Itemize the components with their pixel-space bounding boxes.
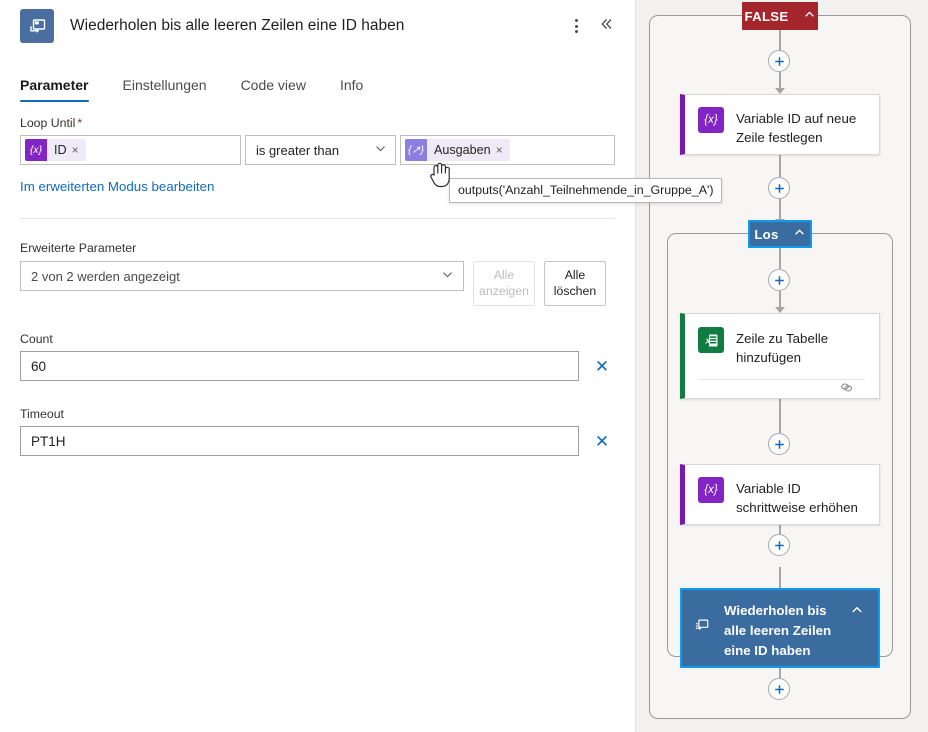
count-row: ✕ (20, 351, 615, 381)
operator-value: is greater than (255, 142, 340, 158)
required-asterisk: * (77, 116, 83, 130)
add-step-button[interactable] (768, 534, 790, 556)
token-label: ID (54, 143, 67, 157)
timeout-label: Timeout (20, 407, 64, 421)
connector-line (779, 567, 781, 589)
tab-einstellungen[interactable]: Einstellungen (115, 77, 215, 102)
flow-designer: Wiederholen bis alle leeren Zeilen eine … (0, 0, 928, 732)
connector-line (779, 28, 781, 52)
variable-icon: {x} (698, 107, 724, 133)
count-clear-button[interactable]: ✕ (589, 353, 615, 379)
expression-tooltip: outputs('Anzahl_Teilnehmende_in_Gruppe_A… (449, 178, 723, 203)
advanced-parameters-row: 2 von 2 werden angezeigt Alle anzeigen A… (20, 261, 615, 306)
node-title: Zeile zu Tabelle hinzufügen (736, 331, 829, 366)
los-scope-badge[interactable]: Los (748, 220, 812, 248)
loop-until-condition-row: {x} ID × is greater than {↗} Ausgaben × (20, 135, 615, 165)
token-remove-icon[interactable]: × (496, 143, 503, 157)
connector-line (779, 155, 781, 177)
false-badge-label: FALSE (744, 8, 789, 24)
excel-icon: X (698, 327, 724, 353)
add-step-button[interactable] (768, 678, 790, 700)
connector-line (779, 199, 781, 221)
token-label: Ausgaben (433, 143, 491, 157)
section-divider (20, 218, 615, 219)
token-remove-icon[interactable]: × (72, 143, 79, 157)
action-node-increment-variable[interactable]: {x} Variable ID schrittweise erhöhen (680, 464, 880, 525)
variable-icon: {x} (25, 139, 47, 161)
tab-info[interactable]: Info (332, 77, 371, 102)
variable-icon: {x} (698, 477, 724, 503)
token-id[interactable]: {x} ID × (25, 139, 86, 161)
add-step-button[interactable] (768, 433, 790, 455)
timeout-input[interactable] (20, 426, 579, 456)
condition-operator-select[interactable]: is greater than (244, 135, 396, 165)
advanced-mode-link[interactable]: Im erweiterten Modus bearbeiten (20, 179, 214, 194)
excel-node-footer (698, 378, 865, 400)
count-label: Count (20, 332, 53, 346)
action-node-add-row[interactable]: X Zeile zu Tabelle hinzufügen (680, 313, 880, 399)
advanced-parameters-value: 2 von 2 werden angezeigt (31, 268, 180, 284)
chevron-double-left-icon (598, 16, 614, 37)
count-input[interactable] (20, 351, 579, 381)
add-step-button[interactable] (768, 269, 790, 291)
action-node-until-loop-selected[interactable]: Wiederholen bis alle leeren Zeilen eine … (680, 588, 880, 668)
node-title: Variable ID auf neue Zeile festlegen (736, 111, 857, 146)
timeout-row: ✕ (20, 426, 615, 456)
node-title: Variable ID schrittweise erhöhen (736, 481, 858, 516)
node-title: Wiederholen bis alle leeren Zeilen eine … (724, 603, 832, 659)
until-loop-icon (20, 9, 54, 43)
advanced-parameters-select[interactable]: 2 von 2 werden angezeigt (20, 261, 464, 291)
action-details-panel: Wiederholen bis alle leeren Zeilen eine … (0, 0, 723, 732)
outputs-icon: {↗} (404, 139, 427, 161)
clear-all-button[interactable]: Alle löschen (544, 261, 606, 306)
excel-node-header: X Zeile zu Tabelle hinzufügen (698, 326, 865, 379)
connector-line (779, 247, 781, 269)
add-step-button[interactable] (768, 50, 790, 72)
token-ausgaben[interactable]: {↗} Ausgaben × (404, 139, 510, 161)
chevron-up-icon[interactable] (850, 601, 866, 622)
page-title: Wiederholen bis alle leeren Zeilen eine … (70, 17, 405, 34)
timeout-parameter: Timeout ✕ (20, 407, 615, 456)
mouse-cursor (428, 160, 452, 195)
more-options-button[interactable] (561, 11, 591, 41)
chevron-down-icon (441, 268, 454, 284)
panel-header: Wiederholen bis alle leeren Zeilen eine … (0, 0, 635, 52)
action-node-set-variable[interactable]: {x} Variable ID auf neue Zeile festlegen (680, 94, 880, 155)
ellipsis-vertical-icon (574, 19, 578, 33)
show-all-button[interactable]: Alle anzeigen (473, 261, 535, 306)
until-loop-icon (693, 601, 713, 639)
panel-tabs: Parameter Einstellungen Code view Info (0, 62, 635, 102)
condition-left-field[interactable]: {x} ID × (20, 135, 241, 165)
connector-line (779, 399, 781, 433)
parameter-form: Loop Until * {x} ID × is greater than {↗… (0, 102, 635, 456)
tab-code-view[interactable]: Code view (233, 77, 314, 102)
timeout-clear-button[interactable]: ✕ (589, 428, 615, 454)
collapse-panel-button[interactable] (591, 11, 621, 41)
chevron-up-icon (803, 8, 816, 24)
link-chain-icon[interactable] (839, 380, 854, 400)
loop-until-label: Loop Until * (20, 116, 83, 130)
tab-parameter[interactable]: Parameter (20, 77, 97, 102)
add-step-button[interactable] (768, 177, 790, 199)
chevron-up-icon (793, 226, 806, 242)
chevron-down-icon (374, 142, 387, 158)
false-branch-badge[interactable]: FALSE (742, 2, 818, 30)
flow-canvas: FALSE {x} Variable ID auf neue Zeile fes… (636, 0, 928, 732)
advanced-parameters-label: Erweiterte Parameter (20, 241, 137, 255)
los-badge-label: Los (754, 226, 779, 242)
count-parameter: Count ✕ (20, 332, 615, 381)
